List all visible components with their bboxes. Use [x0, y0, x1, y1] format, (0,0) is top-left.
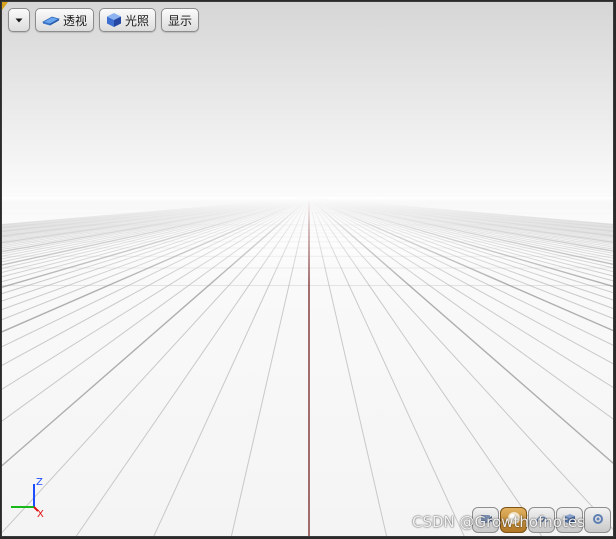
chevron-down-icon: [14, 15, 24, 25]
view-options-icon: [591, 511, 605, 530]
axis-z-label: Z: [36, 477, 43, 488]
show-button[interactable]: 显示: [161, 8, 200, 32]
axis-gizmo: Z X: [7, 476, 51, 520]
viewport-toolbar: 透视 光照 显示: [8, 8, 200, 32]
lit-cube-icon: [106, 12, 122, 28]
perspective-label: 透视: [63, 13, 88, 28]
show-label: 显示: [168, 13, 193, 28]
axis-x-label: X: [37, 509, 44, 520]
lighting-button[interactable]: 光照: [99, 8, 157, 32]
perspective-plane-icon: [42, 13, 60, 27]
view-options-button[interactable]: [584, 507, 611, 533]
perspective-button[interactable]: 透视: [35, 8, 95, 32]
viewport-scene[interactable]: [2, 2, 614, 537]
lighting-label: 光照: [125, 13, 150, 28]
watermark: CSDN @Growthofnotes: [412, 513, 585, 531]
viewport-menu-button[interactable]: [8, 8, 30, 32]
viewport[interactable]: 透视 光照 显示 Z X CSDN @Growthofnotes: [1, 1, 614, 537]
